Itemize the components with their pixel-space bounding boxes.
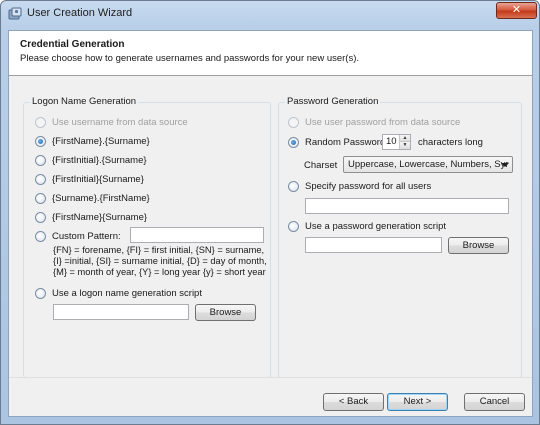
logon-option-script[interactable]: Use a logon name generation script <box>35 288 202 299</box>
password-group-title: Password Generation <box>285 96 381 107</box>
custom-pattern-label: Custom Pattern: <box>52 231 121 242</box>
wizard-header: Credential Generation Please choose how … <box>9 31 532 76</box>
radio-button[interactable] <box>35 155 46 166</box>
password-option-label: Use user password from data source <box>305 117 461 128</box>
radio-button[interactable] <box>35 193 46 204</box>
page-title: Credential Generation <box>20 39 125 50</box>
title-bar: User Creation Wizard ✕ <box>1 1 539 27</box>
close-icon: ✕ <box>511 4 522 16</box>
next-button[interactable]: Next > <box>387 393 448 411</box>
password-script-path-input[interactable] <box>305 237 442 253</box>
logon-option-label: {FirstName}{Surname} <box>52 212 148 223</box>
custom-pattern-input[interactable] <box>130 227 264 243</box>
logon-option-firstname-surname-concat[interactable]: {FirstName}{Surname} <box>35 212 147 223</box>
logon-option-label: Use username from data source <box>52 117 188 128</box>
radio-button[interactable] <box>35 212 46 223</box>
cancel-button[interactable]: Cancel <box>464 393 525 411</box>
logon-browse-button[interactable]: Browse <box>195 304 256 321</box>
password-length-spinner[interactable]: 10 ▲ ▼ <box>382 134 411 150</box>
wizard-window: User Creation Wizard ✕ Credential Genera… <box>0 0 540 425</box>
pattern-hint-line: {M} = month of year, {Y} = long year {y}… <box>53 267 266 277</box>
app-icon <box>8 7 22 20</box>
pattern-hint-line: {FN} = forename, {FI} = first initial, {… <box>53 245 265 255</box>
logon-option-data-source[interactable]: Use username from data source <box>35 117 188 128</box>
password-script-label: Use a password generation script <box>305 221 446 232</box>
spinner-up-icon[interactable]: ▲ <box>400 135 410 142</box>
logon-option-label: {FirstInitial}.{Surname} <box>52 155 147 166</box>
logon-option-label: {FirstInitial}{Surname} <box>52 174 144 185</box>
password-length-value: 10 <box>386 136 397 147</box>
logon-option-firstname-surname[interactable]: {FirstName}.{Surname} <box>35 136 150 147</box>
window-title: User Creation Wizard <box>27 7 133 19</box>
radio-button[interactable] <box>35 231 46 242</box>
chars-long-label: characters long <box>418 137 483 148</box>
logon-option-initial-dot-surname[interactable]: {FirstInitial}.{Surname} <box>35 155 147 166</box>
pattern-hint: {FN} = forename, {FI} = first initial, {… <box>53 245 267 278</box>
logon-option-label: {Surname}.{FirstName} <box>52 193 150 204</box>
charset-selected-value: Uppercase, Lowercase, Numbers, Syr <box>348 159 509 170</box>
password-option-data-source[interactable]: Use user password from data source <box>288 117 460 128</box>
password-option-label: Random Password <box>305 137 386 148</box>
password-option-random[interactable]: Random Password <box>288 137 385 148</box>
password-option-script[interactable]: Use a password generation script <box>288 221 446 232</box>
logon-script-path-input[interactable] <box>53 304 189 320</box>
logon-option-surname-dot-firstname[interactable]: {Surname}.{FirstName} <box>35 193 150 204</box>
password-option-specify[interactable]: Specify password for all users <box>288 181 431 192</box>
close-button[interactable]: ✕ <box>496 2 537 19</box>
charset-dropdown[interactable]: Uppercase, Lowercase, Numbers, Syr <box>343 156 513 173</box>
specified-password-input[interactable] <box>305 198 509 214</box>
logon-option-label: {FirstName}.{Surname} <box>52 136 150 147</box>
pattern-hint-line: {I} =initial, {SI} = surname initial, {D… <box>53 256 267 266</box>
radio-button[interactable] <box>35 117 46 128</box>
radio-button[interactable] <box>288 221 299 232</box>
radio-button[interactable] <box>288 181 299 192</box>
logon-group-title: Logon Name Generation <box>30 96 139 107</box>
logon-name-group: Logon Name Generation Use username from … <box>23 96 271 378</box>
radio-button[interactable] <box>288 117 299 128</box>
chevron-down-icon <box>501 163 509 167</box>
page-subtitle: Please choose how to generate usernames … <box>20 53 360 64</box>
password-browse-button[interactable]: Browse <box>448 237 509 254</box>
spinner-buttons: ▲ ▼ <box>399 135 410 149</box>
wizard-client-area: Credential Generation Please choose how … <box>8 30 533 417</box>
logon-option-custom-pattern[interactable]: Custom Pattern: <box>35 231 121 242</box>
radio-button[interactable] <box>35 136 46 147</box>
logon-option-initial-surname[interactable]: {FirstInitial}{Surname} <box>35 174 144 185</box>
radio-button[interactable] <box>35 174 46 185</box>
radio-button[interactable] <box>288 137 299 148</box>
password-group: Password Generation Use user password fr… <box>278 96 522 378</box>
radio-button[interactable] <box>35 288 46 299</box>
logon-script-label: Use a logon name generation script <box>52 288 202 299</box>
charset-label: Charset <box>304 160 338 171</box>
footer-divider <box>9 377 532 378</box>
spinner-down-icon[interactable]: ▼ <box>400 142 410 149</box>
back-button[interactable]: < Back <box>323 393 384 411</box>
password-option-label: Specify password for all users <box>305 181 432 192</box>
